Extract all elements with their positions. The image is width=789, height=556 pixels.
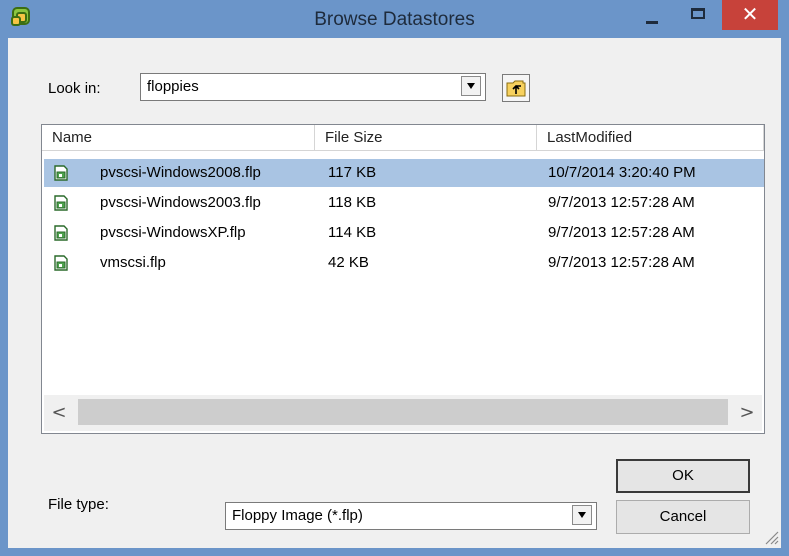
file-name: pvscsi-WindowsXP.flp: [100, 224, 246, 241]
column-header-last-modified[interactable]: LastModified: [537, 125, 764, 151]
file-name: pvscsi-Windows2008.flp: [100, 164, 261, 181]
close-icon: ✕: [741, 2, 759, 26]
look-in-dropdown[interactable]: floppies: [140, 73, 486, 101]
file-modified: 9/7/2013 12:57:28 AM: [548, 194, 695, 211]
file-size: 118 KB: [328, 194, 377, 211]
file-list[interactable]: Name File Size LastModified pvscsi-Windo…: [41, 124, 765, 434]
file-type-dropdown[interactable]: Floppy Image (*.flp): [225, 502, 597, 530]
file-type-value: Floppy Image (*.flp): [232, 507, 363, 524]
chevron-down-icon[interactable]: [572, 505, 592, 525]
look-in-label: Look in:: [48, 80, 101, 97]
file-row[interactable]: pvscsi-Windows2008.flp 117 KB 10/7/2014 …: [44, 159, 764, 187]
file-name: vmscsi.flp: [100, 254, 166, 271]
column-header-name[interactable]: Name: [42, 125, 315, 151]
file-size: 42 KB: [328, 254, 369, 271]
horizontal-scrollbar[interactable]: < >: [44, 395, 762, 431]
cancel-button[interactable]: Cancel: [616, 500, 750, 534]
maximize-button[interactable]: [676, 0, 720, 30]
file-modified: 9/7/2013 12:57:28 AM: [548, 254, 695, 271]
file-modified: 9/7/2013 12:57:28 AM: [548, 224, 695, 241]
file-type-label: File type:: [48, 496, 109, 513]
title-bar[interactable]: Browse Datastores ✕: [0, 0, 789, 38]
window-frame-left: [0, 38, 8, 556]
scrollbar-thumb[interactable]: [78, 399, 728, 425]
up-one-level-button[interactable]: [502, 74, 530, 102]
chevron-down-icon[interactable]: [461, 76, 481, 96]
file-size: 117 KB: [328, 164, 377, 181]
close-button[interactable]: ✕: [722, 0, 778, 30]
file-size: 114 KB: [328, 224, 377, 241]
file-row[interactable]: pvscsi-Windows2003.flp 118 KB 9/7/2013 1…: [44, 189, 764, 217]
floppy-file-icon: [54, 195, 68, 211]
file-row[interactable]: vmscsi.flp 42 KB 9/7/2013 12:57:28 AM: [44, 249, 764, 277]
file-modified: 10/7/2014 3:20:40 PM: [548, 164, 696, 181]
column-header-file-size[interactable]: File Size: [315, 125, 537, 151]
scroll-right-icon[interactable]: >: [732, 395, 762, 431]
folder-up-icon: [506, 80, 526, 97]
resize-grip-icon[interactable]: [760, 526, 780, 546]
floppy-file-icon: [54, 255, 68, 271]
scroll-left-icon[interactable]: <: [44, 395, 74, 431]
minimize-button[interactable]: [630, 0, 674, 30]
floppy-file-icon: [54, 225, 68, 241]
floppy-file-icon: [54, 165, 68, 181]
file-row[interactable]: pvscsi-WindowsXP.flp 114 KB 9/7/2013 12:…: [44, 219, 764, 247]
window-frame-bottom: [0, 548, 789, 556]
look-in-value: floppies: [147, 78, 199, 95]
file-name: pvscsi-Windows2003.flp: [100, 194, 261, 211]
window-frame-right: [781, 38, 789, 556]
ok-button[interactable]: OK: [616, 459, 750, 493]
